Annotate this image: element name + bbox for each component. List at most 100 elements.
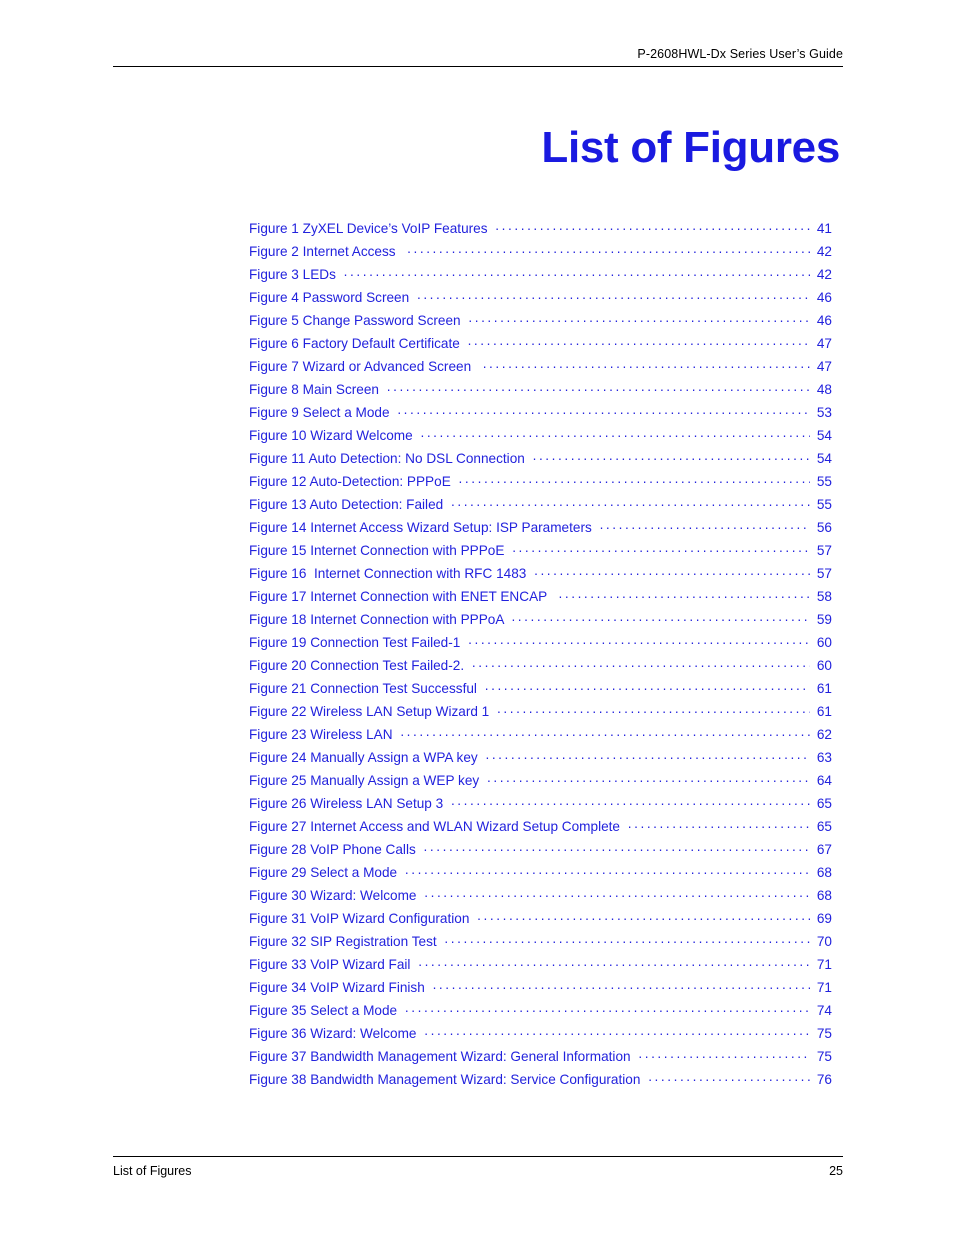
dot-leader (648, 1070, 810, 1084)
dot-leader (468, 311, 810, 325)
dot-leader (483, 357, 810, 371)
figure-list-item[interactable]: Figure 9 Select a Mode 53 (249, 403, 832, 426)
dot-leader (511, 610, 810, 624)
figure-list-item[interactable]: Figure 21 Connection Test Successful 61 (249, 679, 832, 702)
document-page: P-2608HWL-Dx Series User’s Guide List of… (0, 0, 954, 1235)
figure-list-item[interactable]: Figure 14 Internet Access Wizard Setup: … (249, 518, 832, 541)
dot-leader (512, 541, 810, 555)
figure-list-item-label: Figure 9 Select a Mode (249, 404, 394, 420)
figure-list-item[interactable]: Figure 16 Internet Connection with RFC 1… (249, 564, 832, 587)
figure-list-item[interactable]: Figure 18 Internet Connection with PPPoA… (249, 610, 832, 633)
figure-list-item-label: Figure 10 Wizard Welcome (249, 427, 417, 443)
figure-list-item-page-number: 67 (816, 841, 832, 857)
figure-list-item-page-number: 75 (816, 1048, 832, 1064)
figure-list-item-label: Figure 21 Connection Test Successful (249, 680, 481, 696)
dot-leader (400, 725, 810, 739)
figure-list-item[interactable]: Figure 11 Auto Detection: No DSL Connect… (249, 449, 832, 472)
figure-list-item-label: Figure 38 Bandwidth Management Wizard: S… (249, 1071, 645, 1087)
figure-list-item-page-number: 55 (816, 473, 832, 489)
figure-list-item-page-number: 64 (816, 772, 832, 788)
figure-list-item-label: Figure 31 VoIP Wizard Configuration (249, 910, 474, 926)
figure-list-item[interactable]: Figure 32 SIP Registration Test 70 (249, 932, 832, 955)
figure-list-item[interactable]: Figure 38 Bandwidth Management Wizard: S… (249, 1070, 832, 1093)
dot-leader (472, 656, 810, 670)
figure-list-item[interactable]: Figure 2 Internet Access 42 (249, 242, 832, 265)
dot-leader (424, 1024, 810, 1038)
figure-list-item-label: Figure 23 Wireless LAN (249, 726, 397, 742)
figure-list-item[interactable]: Figure 5 Change Password Screen 46 (249, 311, 832, 334)
figure-list-item[interactable]: Figure 30 Wizard: Welcome 68 (249, 886, 832, 909)
dot-leader (444, 932, 810, 946)
header-divider-rule (113, 66, 843, 67)
figure-list-item[interactable]: Figure 1 ZyXEL Device’s VoIP Features 41 (249, 219, 832, 242)
figure-list-item-page-number: 76 (816, 1071, 832, 1087)
figure-list-item-label: Figure 5 Change Password Screen (249, 312, 465, 328)
figure-list-item[interactable]: Figure 31 VoIP Wizard Configuration 69 (249, 909, 832, 932)
figure-list-item[interactable]: Figure 17 Internet Connection with ENET … (249, 587, 832, 610)
dot-leader (451, 495, 810, 509)
figure-list-item[interactable]: Figure 3 LEDs 42 (249, 265, 832, 288)
figure-list-item-label: Figure 12 Auto-Detection: PPPoE (249, 473, 455, 489)
figure-list-item[interactable]: Figure 36 Wizard: Welcome 75 (249, 1024, 832, 1047)
figure-list-item-label: Figure 17 Internet Connection with ENET … (249, 588, 555, 604)
figure-list-item-label: Figure 37 Bandwidth Management Wizard: G… (249, 1048, 635, 1064)
figure-list-item-label: Figure 3 LEDs (249, 266, 340, 282)
figure-list-item-page-number: 75 (816, 1025, 832, 1041)
figure-list-item[interactable]: Figure 25 Manually Assign a WEP key 64 (249, 771, 832, 794)
figure-list-item-label: Figure 33 VoIP Wizard Fail (249, 956, 415, 972)
dot-leader (534, 564, 810, 578)
dot-leader (424, 840, 810, 854)
figure-list-item-label: Figure 1 ZyXEL Device’s VoIP Features (249, 220, 492, 236)
figure-list-item-page-number: 46 (816, 289, 832, 305)
figure-list-item[interactable]: Figure 13 Auto Detection: Failed 55 (249, 495, 832, 518)
figure-list-item[interactable]: Figure 20 Connection Test Failed-2. 60 (249, 656, 832, 679)
figure-list-item-page-number: 47 (816, 335, 832, 351)
footer-row: List of Figures 25 (113, 1157, 843, 1178)
list-of-figures: Figure 1 ZyXEL Device’s VoIP Features 41… (249, 219, 832, 1093)
figure-list-item-label: Figure 11 Auto Detection: No DSL Connect… (249, 450, 529, 466)
dot-leader (495, 219, 810, 233)
dot-leader (459, 472, 810, 486)
footer-page-number: 25 (829, 1164, 843, 1178)
figure-list-item[interactable]: Figure 22 Wireless LAN Setup Wizard 1 61 (249, 702, 832, 725)
figure-list-item[interactable]: Figure 27 Internet Access and WLAN Wizar… (249, 817, 832, 840)
figure-list-item-label: Figure 36 Wizard: Welcome (249, 1025, 421, 1041)
figure-list-item-page-number: 60 (816, 657, 832, 673)
figure-list-item[interactable]: Figure 4 Password Screen 46 (249, 288, 832, 311)
figure-list-item[interactable]: Figure 10 Wizard Welcome 54 (249, 426, 832, 449)
figure-list-item-page-number: 54 (816, 427, 832, 443)
figure-list-item[interactable]: Figure 37 Bandwidth Management Wizard: G… (249, 1047, 832, 1070)
figure-list-item-label: Figure 4 Password Screen (249, 289, 413, 305)
figure-list-item-label: Figure 19 Connection Test Failed-1 (249, 634, 465, 650)
figure-list-item[interactable]: Figure 15 Internet Connection with PPPoE… (249, 541, 832, 564)
figure-list-item-page-number: 41 (816, 220, 832, 236)
figure-list-item[interactable]: Figure 33 VoIP Wizard Fail 71 (249, 955, 832, 978)
figure-list-item[interactable]: Figure 12 Auto-Detection: PPPoE 55 (249, 472, 832, 495)
figure-list-item[interactable]: Figure 24 Manually Assign a WPA key 63 (249, 748, 832, 771)
figure-list-item[interactable]: Figure 35 Select a Mode 74 (249, 1001, 832, 1024)
dot-leader (485, 748, 810, 762)
figure-list-item[interactable]: Figure 26 Wireless LAN Setup 3 65 (249, 794, 832, 817)
figure-list-item-page-number: 68 (816, 887, 832, 903)
figure-list-item-label: Figure 26 Wireless LAN Setup 3 (249, 795, 447, 811)
figure-list-item-label: Figure 15 Internet Connection with PPPoE (249, 542, 509, 558)
figure-list-item[interactable]: Figure 6 Factory Default Certificate 47 (249, 334, 832, 357)
figure-list-item[interactable]: Figure 28 VoIP Phone Calls 67 (249, 840, 832, 863)
figure-list-item-page-number: 65 (816, 818, 832, 834)
dot-leader (405, 863, 810, 877)
figure-list-item-label: Figure 34 VoIP Wizard Finish (249, 979, 429, 995)
footer-section-name: List of Figures (113, 1164, 192, 1178)
figure-list-item[interactable]: Figure 8 Main Screen 48 (249, 380, 832, 403)
figure-list-item-page-number: 57 (816, 565, 832, 581)
figure-list-item[interactable]: Figure 29 Select a Mode 68 (249, 863, 832, 886)
figure-list-item-page-number: 42 (816, 266, 832, 282)
figure-list-item[interactable]: Figure 19 Connection Test Failed-1 60 (249, 633, 832, 656)
figure-list-item[interactable]: Figure 34 VoIP Wizard Finish 71 (249, 978, 832, 1001)
figure-list-item-page-number: 47 (816, 358, 832, 374)
figure-list-item-page-number: 61 (816, 680, 832, 696)
figure-list-item-page-number: 59 (816, 611, 832, 627)
figure-list-item-page-number: 55 (816, 496, 832, 512)
figure-list-item[interactable]: Figure 23 Wireless LAN 62 (249, 725, 832, 748)
figure-list-item[interactable]: Figure 7 Wizard or Advanced Screen 47 (249, 357, 832, 380)
dot-leader (477, 909, 810, 923)
